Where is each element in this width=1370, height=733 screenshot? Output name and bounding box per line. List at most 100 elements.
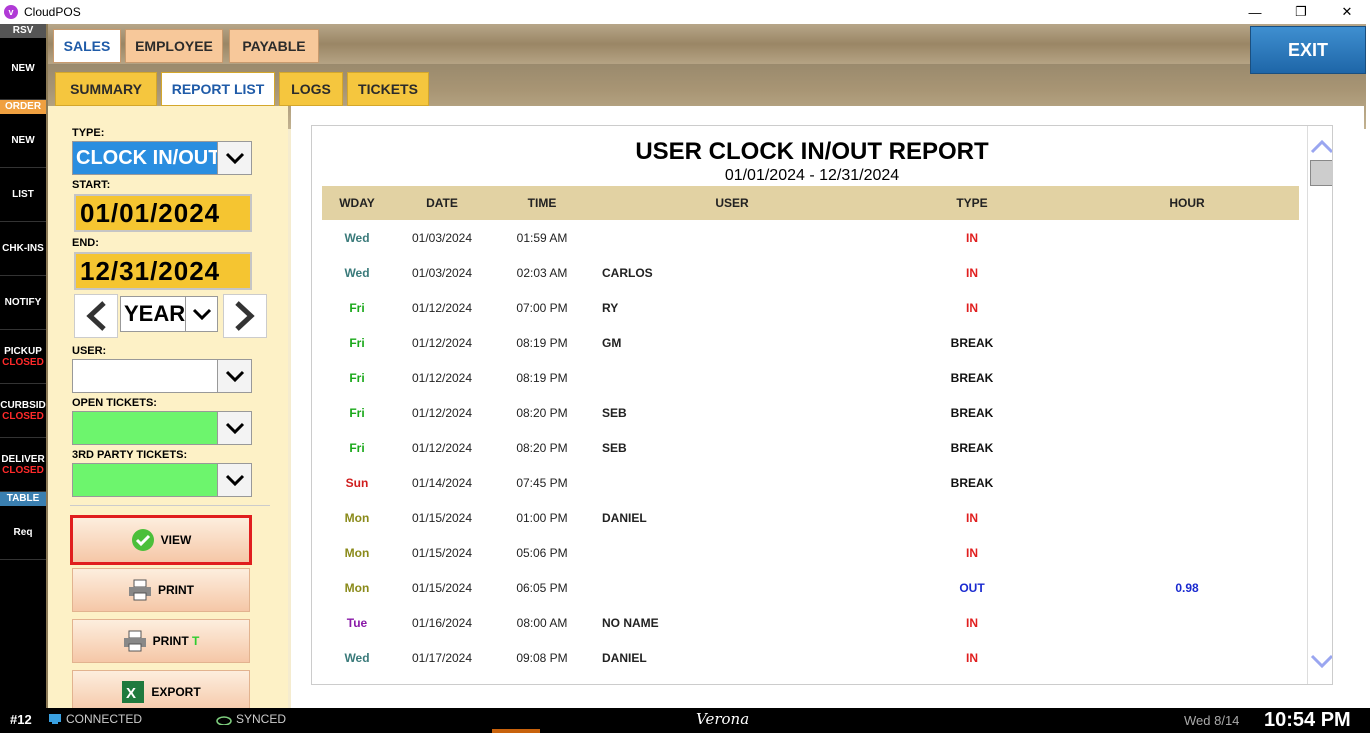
pickup-status: CLOSED [2,356,44,368]
column-header-date: DATE [426,196,458,210]
chevron-down-icon[interactable] [217,360,251,392]
status-indicator [492,729,540,733]
user-select[interactable] [72,359,252,393]
cell-date: 01/12/2024 [411,440,473,455]
cell-user: NO NAME [602,615,659,630]
report-scrollbar[interactable] [1307,126,1332,684]
cell-time: 07:45 PM [516,475,568,490]
scrollbar-thumb[interactable] [1310,160,1332,186]
column-header-time: TIME [527,196,557,210]
table-row: Wed 01/03/2024 01:59 AM IN [322,220,1299,255]
panel-divider [70,505,270,506]
nav-item-list[interactable]: LIST [0,168,46,222]
chevron-down-icon[interactable] [185,297,217,331]
cell-user [602,465,902,500]
tab-employee[interactable]: EMPLOYEE [125,29,223,63]
app-logo-icon: v [4,5,18,19]
nav-item-chk-ins[interactable]: CHK-INS [0,222,46,276]
cell-time: 08:20 PM [516,440,568,455]
sync-status: SYNCED [216,712,286,726]
nav-item-order-new[interactable]: NEW [0,114,46,168]
nav-item-rsv-new[interactable]: NEW [0,38,46,100]
status-bar: #12 CONNECTED SYNCED Verona Wed 8/14 10:… [0,708,1370,733]
nav-item-curbside[interactable]: CURBSID CLOSED [0,384,46,438]
nav-item-delivery[interactable]: DELIVER CLOSED [0,438,46,492]
type-select[interactable]: CLOCK IN/OUT [72,141,252,175]
cell-type: IN [966,230,978,245]
scroll-down-icon[interactable] [1310,650,1332,674]
prev-period-button[interactable] [74,294,118,338]
cell-date: 01/16/2024 [411,615,473,630]
print-t-button-label: PRINT T [152,634,200,648]
chevron-down-icon[interactable] [217,464,251,496]
cell-type: OUT [959,580,985,595]
table-row: Fri 01/12/2024 08:20 PM SEB BREAK [322,430,1299,465]
cell-time: 09:08 PM [516,650,568,665]
close-button[interactable]: ✕ [1324,0,1370,24]
cell-hour [1122,430,1252,465]
nav-item-req[interactable]: Req [0,506,46,560]
filter-panel: TYPE: CLOCK IN/OUT START: 01/01/2024 END… [48,106,288,714]
tab-summary[interactable]: SUMMARY [55,72,157,106]
cell-user [602,535,902,570]
view-button-label: VIEW [160,533,192,547]
tab-payable[interactable]: PAYABLE [229,29,319,63]
print-button[interactable]: PRINT [72,568,250,612]
cell-time: 01:59 AM [516,230,568,245]
view-button[interactable]: VIEW [70,515,252,565]
end-date-field[interactable]: 12/31/2024 [74,252,252,290]
report-area: USER CLOCK IN/OUT REPORT 01/01/2024 - 12… [291,106,1364,708]
table-row: Fri 01/12/2024 08:20 PM SEB BREAK [322,395,1299,430]
export-button-label: EXPORT [151,685,201,699]
table-row: Mon 01/15/2024 05:06 PM IN [322,535,1299,570]
cell-user [602,360,902,395]
print-t-button[interactable]: PRINT T [72,619,250,663]
next-period-button[interactable] [223,294,267,338]
start-date-field[interactable]: 01/01/2024 [74,194,252,232]
cell-time: 05:06 PM [516,545,568,560]
start-label: START: [72,179,111,191]
nav-header-order: ORDER [0,100,46,114]
print-button-label: PRINT [158,583,194,597]
cell-date: 01/15/2024 [411,580,473,595]
cell-wday: Fri [349,405,365,420]
check-icon [131,529,154,551]
cell-wday: Fri [349,370,365,385]
tab-report-list[interactable]: REPORT LIST [161,72,275,106]
user-select-value [73,360,217,392]
chevron-down-icon[interactable] [217,412,251,444]
report-rows: Wed 01/03/2024 01:59 AM IN Wed 01/03/2024 02:0… [322,220,1299,675]
table-row: Fri 01/12/2024 08:19 PM GM BREAK [322,325,1299,360]
cell-type: BREAK [950,370,994,385]
cell-date: 01/12/2024 [411,370,473,385]
nav-item-notify[interactable]: NOTIFY [0,276,46,330]
tab-sales[interactable]: SALES [53,29,121,63]
exit-button[interactable]: EXIT [1250,26,1366,74]
cell-user: DANIEL [602,650,647,665]
minimize-button[interactable]: — [1232,0,1278,24]
table-row: Wed 01/17/2024 09:08 PM DANIEL IN [322,640,1299,675]
cell-user: GM [602,335,622,350]
tab-logs[interactable]: LOGS [279,72,343,106]
scroll-up-icon[interactable] [1310,134,1332,158]
cell-wday: Wed [344,265,370,280]
third-party-select[interactable] [72,463,252,497]
cell-date: 01/12/2024 [411,335,473,350]
cell-hour: 0.98 [1175,580,1199,595]
cell-date: 01/03/2024 [411,265,473,280]
cell-date: 01/14/2024 [411,475,473,490]
tab-tickets[interactable]: TICKETS [347,72,429,106]
chevron-down-icon[interactable] [217,142,251,174]
period-select[interactable]: YEAR [120,296,218,332]
open-tickets-select[interactable] [72,411,252,445]
nav-header-table: TABLE [0,492,46,506]
nav-item-pickup[interactable]: PICKUP CLOSED [0,330,46,384]
status-date: Wed 8/14 [1184,713,1240,728]
cell-wday: Wed [344,650,370,665]
left-nav: RSV NEW ORDER NEW LIST CHK-INS NOTIFY PI… [0,24,46,708]
user-label: USER: [72,345,107,357]
restore-button[interactable]: ❐ [1278,0,1324,24]
svg-text:X: X [126,685,136,702]
window-title: CloudPOS [24,5,81,19]
cell-user [602,570,902,605]
